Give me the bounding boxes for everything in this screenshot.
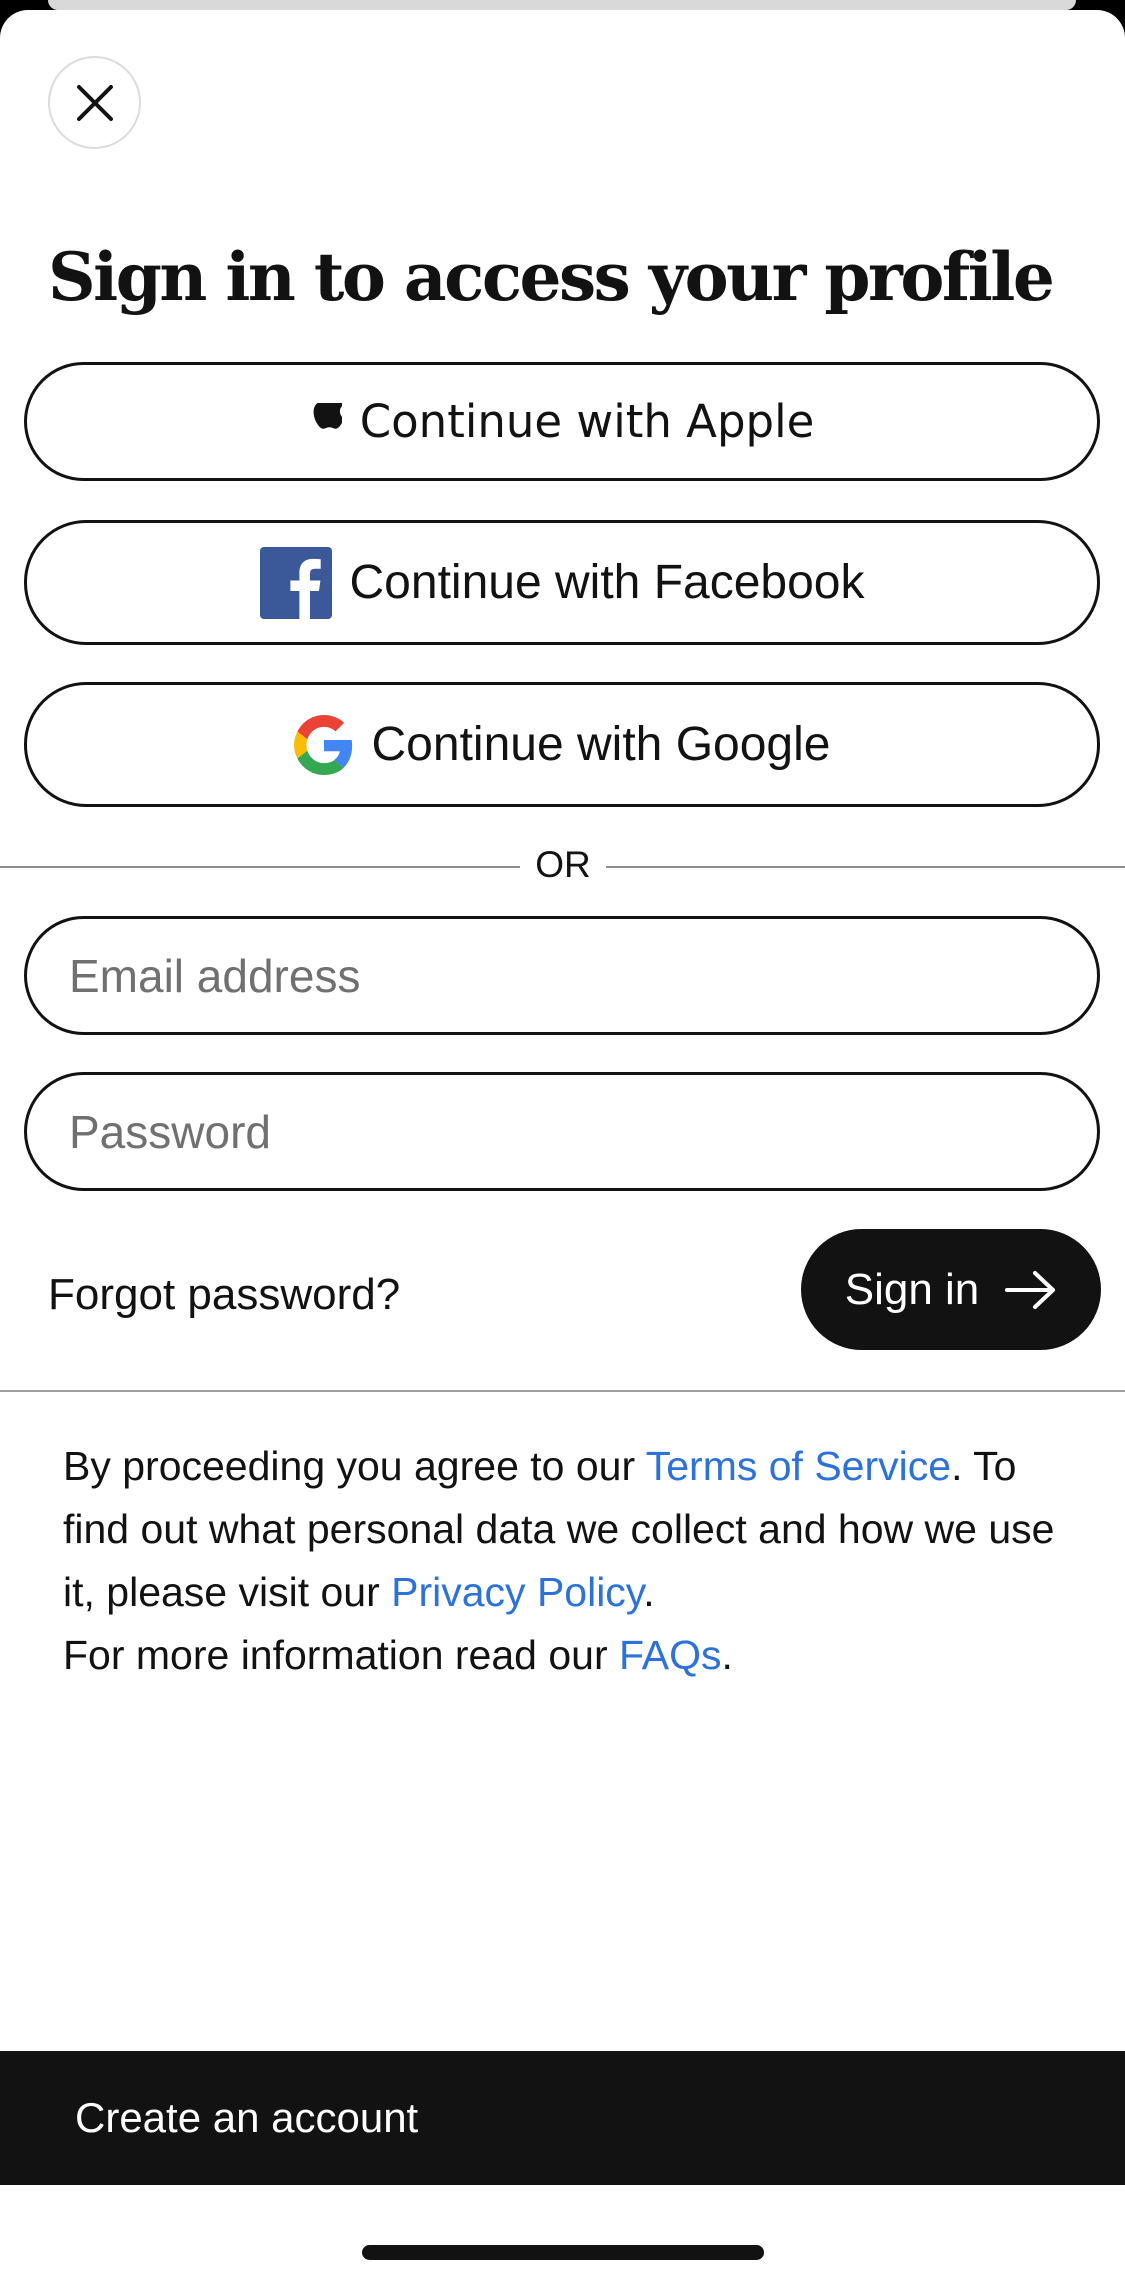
continue-with-facebook-button[interactable]: Continue with Facebook bbox=[24, 520, 1100, 645]
page-title: Sign in to access your profile bbox=[48, 238, 1055, 316]
close-button[interactable] bbox=[48, 56, 141, 149]
terms-of-service-link[interactable]: Terms of Service bbox=[646, 1443, 951, 1489]
or-separator: OR bbox=[535, 844, 591, 885]
faqs-link[interactable]: FAQs bbox=[619, 1632, 722, 1678]
sign-in-button[interactable]: Sign in bbox=[801, 1229, 1101, 1350]
sign-in-button-label: Sign in bbox=[844, 1264, 980, 1314]
privacy-policy-link[interactable]: Privacy Policy bbox=[391, 1569, 643, 1615]
facebook-logo-icon bbox=[259, 546, 332, 619]
sign-in-sheet: Sign in to access your profile Continue … bbox=[0, 10, 1125, 2284]
divider-line-right bbox=[606, 866, 1125, 868]
legal-text-part: By proceeding you agree to our bbox=[63, 1443, 646, 1489]
arrow-right-icon bbox=[1005, 1270, 1056, 1309]
divider-line-left bbox=[0, 866, 520, 868]
create-account-button[interactable]: Create an account bbox=[0, 2051, 1125, 2185]
create-account-label: Create an account bbox=[75, 2094, 419, 2141]
close-icon bbox=[76, 84, 113, 121]
apple-logo-icon bbox=[313, 402, 342, 429]
continue-with-apple-button[interactable]: Continue with Apple bbox=[24, 362, 1100, 481]
legal-text-part: For more information read our bbox=[63, 1632, 620, 1678]
password-input[interactable] bbox=[24, 1072, 1100, 1191]
section-divider bbox=[0, 1390, 1125, 1392]
google-button-label: Continue with Google bbox=[371, 718, 831, 771]
email-input[interactable] bbox=[24, 916, 1100, 1035]
home-indicator bbox=[362, 2245, 764, 2260]
apple-button-label: Continue with Apple bbox=[359, 395, 815, 448]
legal-text: By proceeding you agree to our Terms of … bbox=[63, 1435, 1063, 1687]
legal-text-part: . bbox=[643, 1569, 655, 1615]
continue-with-google-button[interactable]: Continue with Google bbox=[24, 682, 1100, 807]
facebook-button-label: Continue with Facebook bbox=[349, 556, 865, 609]
google-logo-icon bbox=[293, 714, 352, 775]
forgot-password-link[interactable]: Forgot password? bbox=[48, 1270, 400, 1320]
sheet-behind-edge bbox=[48, 0, 1076, 10]
legal-text-part: . bbox=[721, 1632, 733, 1678]
